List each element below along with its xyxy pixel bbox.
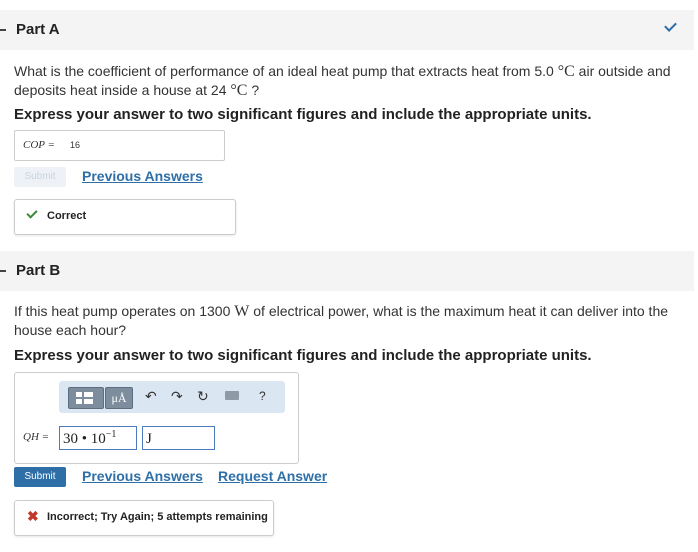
help-button[interactable]: ?: [259, 389, 266, 403]
keyboard-icon[interactable]: [225, 391, 239, 400]
math-toolbar: μÅ ↶ ↷ ↻ ?: [59, 381, 285, 413]
part-a-header[interactable]: Part A: [0, 10, 694, 50]
answer-value-input[interactable]: 30 • 10−1: [59, 426, 137, 450]
part-a-submit-button[interactable]: Submit: [14, 167, 66, 187]
part-b-instruction: Express your answer to two significant f…: [14, 347, 592, 364]
cop-value: 16: [70, 140, 81, 150]
templates-icon: [76, 392, 93, 404]
check-icon: [26, 207, 38, 219]
part-b-feedback-text: Incorrect; Try Again; 5 attempts remaini…: [47, 511, 268, 523]
part-a-instruction: Express your answer to two significant f…: [14, 106, 592, 123]
qh-label: QH =: [23, 431, 50, 443]
chevron-down-icon[interactable]: [664, 19, 677, 32]
part-a-feedback: Correct: [14, 199, 236, 235]
part-a-previous-answers-link[interactable]: Previous Answers: [82, 168, 203, 184]
reset-icon[interactable]: ↻: [197, 388, 209, 405]
part-b-previous-answers-link[interactable]: Previous Answers: [82, 468, 203, 484]
part-a-question: What is the coefficient of performance o…: [14, 63, 671, 99]
units-button[interactable]: μÅ: [105, 387, 133, 409]
part-b-title: Part B: [16, 262, 61, 279]
collapse-dash-icon: [0, 29, 6, 31]
error-x-icon: ✖: [27, 508, 39, 524]
answer-unit-input[interactable]: J: [142, 426, 215, 450]
request-answer-link[interactable]: Request Answer: [218, 468, 327, 484]
undo-icon[interactable]: ↶: [145, 388, 157, 405]
part-a-feedback-text: Correct: [47, 210, 87, 222]
part-a-title: Part A: [16, 21, 60, 38]
part-b-header[interactable]: Part B: [0, 251, 694, 291]
redo-icon[interactable]: ↷: [171, 388, 183, 405]
collapse-dash-icon: [0, 270, 6, 272]
cop-label: COP =: [23, 139, 55, 151]
templates-button[interactable]: [68, 387, 104, 409]
part-b-submit-button[interactable]: Submit: [14, 467, 66, 487]
part-a-answer-box: COP = 16: [14, 130, 225, 161]
part-b-answer-editor: μÅ ↶ ↷ ↻ ? QH = 30 • 10−1 J: [14, 372, 299, 464]
part-b-question: If this heat pump operates on 1300 W of …: [14, 303, 669, 338]
part-b-feedback: ✖ Incorrect; Try Again; 5 attempts remai…: [14, 500, 274, 536]
